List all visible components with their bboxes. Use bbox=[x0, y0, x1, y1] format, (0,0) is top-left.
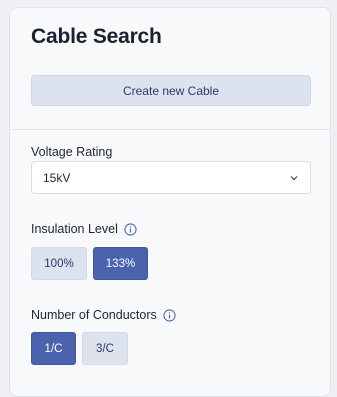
conductors-label: Number of Conductors bbox=[31, 308, 176, 322]
voltage-rating-label-text: Voltage Rating bbox=[31, 145, 113, 159]
chevron-down-icon bbox=[290, 175, 298, 180]
conductors-label-text: Number of Conductors bbox=[31, 308, 157, 322]
info-icon[interactable] bbox=[124, 222, 137, 236]
insulation-option-100[interactable]: 100% bbox=[31, 247, 87, 280]
insulation-level-label: Insulation Level bbox=[31, 222, 137, 236]
panel-title: Cable Search bbox=[31, 25, 162, 48]
insulation-option-133[interactable]: 133% bbox=[93, 247, 148, 280]
section-divider bbox=[10, 129, 330, 130]
conductors-option-1c[interactable]: 1/C bbox=[31, 332, 76, 365]
create-cable-button[interactable]: Create new Cable bbox=[31, 75, 311, 106]
voltage-rating-value: 15kV bbox=[43, 170, 71, 185]
conductors-option-3c[interactable]: 3/C bbox=[82, 332, 128, 365]
voltage-rating-select[interactable]: 15kV bbox=[31, 161, 311, 194]
cable-search-panel: Cable Search Create new Cable Voltage Ra… bbox=[9, 7, 331, 397]
voltage-rating-label: Voltage Rating bbox=[31, 145, 112, 159]
insulation-level-label-text: Insulation Level bbox=[31, 222, 118, 236]
info-icon[interactable] bbox=[163, 308, 176, 322]
